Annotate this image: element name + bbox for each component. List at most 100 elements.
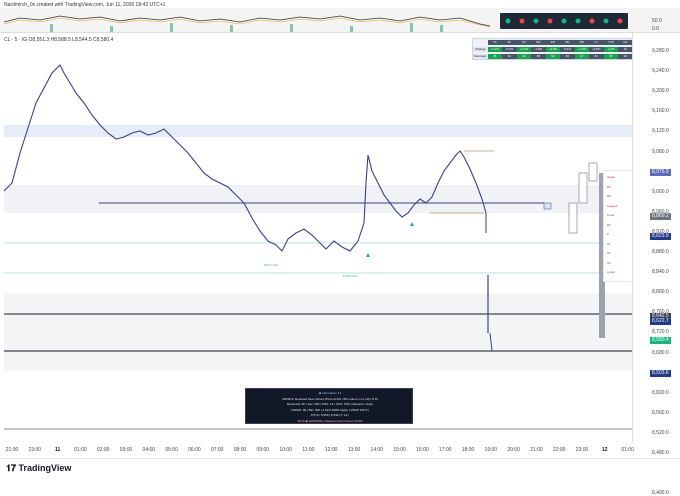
- price-tick: 9,000.0: [652, 188, 669, 195]
- brand-text: TradingView: [18, 463, 72, 473]
- time-tick: 20:00: [507, 447, 520, 453]
- indicator-line-b: [3, 17, 491, 28]
- price-tick: 8,800.0: [652, 289, 669, 296]
- table-cell: -5.1%: [560, 47, 575, 52]
- level-label: Lower: [607, 270, 616, 274]
- table-cell: 61: [589, 54, 604, 59]
- price-tick: 8,400.0: [652, 490, 669, 496]
- table-cell: +8.9%: [589, 47, 604, 52]
- table-cell: -2.2%: [603, 47, 618, 52]
- table-cell: 29: [560, 54, 575, 59]
- time-tick: 12:00: [324, 447, 338, 453]
- time-tick: 13:00: [347, 447, 361, 453]
- table-cell: 1M: [545, 40, 560, 45]
- value-area-band: [4, 185, 632, 213]
- price-tag: 8,823.9: [650, 233, 671, 240]
- level-label: Level: [607, 213, 615, 217]
- lower-zone: [4, 293, 632, 371]
- price-tick: 9,080.0: [652, 148, 669, 155]
- chart-screenshot: Nardmirch_0x created with TradingView.co…: [0, 0, 680, 496]
- level-label: S1: [607, 241, 611, 246]
- projection-box-a: [568, 202, 578, 234]
- time-tick: 02:00: [96, 447, 110, 453]
- symbol-ohlc: CL · 5 · IG O8,551.3 H8,588.5 L8,544.5 C…: [4, 37, 114, 43]
- price-tag: 8,580.4: [650, 337, 671, 344]
- indicator-line: [3, 15, 491, 27]
- indicator-bottom-value: 0.0: [652, 26, 659, 32]
- time-tick: 07:00: [210, 447, 224, 453]
- projection-box-b: [578, 172, 588, 204]
- info-line: ◆ Information 14: [318, 391, 342, 395]
- table-cell: 38: [531, 54, 546, 59]
- price-chart[interactable]: [3, 33, 632, 443]
- marker-label-a: 8,814 (19): [264, 263, 278, 267]
- time-tick: 17:00: [438, 447, 452, 453]
- time-tick: 11:00: [302, 447, 315, 453]
- price-tick: 9,200.0: [652, 88, 669, 95]
- buy-marker-a: [366, 253, 370, 257]
- time-tick: 10:00: [279, 447, 292, 453]
- time-tick: 09:00: [256, 447, 270, 453]
- time-tick: 16:00: [416, 447, 429, 453]
- level-label: S3: [607, 260, 611, 265]
- table-cell: 19: [618, 47, 633, 52]
- price-chart-svg: [3, 64, 632, 430]
- info-box: ◆ Information 14 AIRSPS: Retained New Clo…: [245, 388, 413, 424]
- time-tick: 18:00: [461, 447, 475, 453]
- table-cell: YTD: [603, 40, 618, 45]
- info-line: AIRSPS: Retained New Closes (Price at 8%…: [282, 396, 378, 401]
- resistance-band: [4, 125, 632, 137]
- time-tick: 21:00: [530, 447, 543, 453]
- level-label: P: [607, 232, 610, 236]
- table-cell: Summary: [473, 54, 488, 59]
- level-label: Upper: [607, 175, 616, 179]
- time-tick: 22:00: [552, 447, 566, 453]
- time-tick: 03:00: [119, 447, 133, 453]
- table-cell: 44: [516, 54, 531, 59]
- table-cell: 1Y: [589, 40, 604, 45]
- price-tick: 8,840.0: [652, 269, 669, 276]
- projection-box-c: [588, 162, 598, 182]
- price-tick: 8,480.0: [652, 450, 669, 456]
- tv-icon: 𝟏𝟕: [6, 463, 19, 473]
- table-cell: 1D: [516, 40, 531, 45]
- table-cell: +3.3%: [545, 47, 560, 52]
- price-tag: 8,869.2: [650, 213, 671, 220]
- level-label: S2: [607, 251, 611, 255]
- price-tag: 8,622.7: [650, 318, 671, 325]
- buy-marker-b: [410, 222, 414, 226]
- table-cell: Change: [473, 47, 488, 52]
- price-tick: 8,720.0: [652, 329, 669, 336]
- table-cell: -0.4%: [502, 47, 517, 52]
- tradingview-logo[interactable]: 𝟏𝟕 TradingView: [6, 463, 71, 474]
- marker-label-b: 8,799 (22): [343, 274, 357, 278]
- table-cell: 52: [545, 54, 560, 59]
- stats-table: 1h 4h 1D 1W 1M 3M 6M 1Y YTD Vol Change +1.2% -0.4% +2…: [472, 38, 633, 60]
- table-cell: 31: [502, 54, 517, 59]
- table-cell: 35: [603, 54, 618, 59]
- table-cell: 4h: [502, 40, 517, 45]
- time-tick: 21:00: [5, 447, 19, 453]
- time-tick: 05:00: [165, 447, 178, 453]
- table-cell: +2.1%: [516, 47, 531, 52]
- time-tick: 14:00: [370, 447, 384, 453]
- table-cell: Vol: [618, 40, 633, 45]
- price-tick: 8,560.0: [652, 409, 669, 416]
- time-tick: 15:00: [393, 447, 406, 453]
- time-tick: 01:00: [621, 447, 634, 453]
- time-tick: 19:00: [484, 447, 498, 453]
- table-cell: 22: [618, 54, 633, 59]
- indicator-bars: [50, 23, 443, 32]
- table-cell: +1.2%: [487, 47, 502, 52]
- time-tick: 11: [54, 447, 61, 453]
- info-line: KIRSIG: 86 | Bar: 600 | 1.41% 108% Highs…: [291, 407, 369, 412]
- price-tag: 8,975.9: [650, 169, 671, 176]
- table-cell: 47: [574, 54, 589, 59]
- time-tick: 01:00: [74, 447, 87, 453]
- time-tick: 08:00: [233, 447, 247, 453]
- table-cell: 26: [487, 54, 502, 59]
- level-label: Legend: [607, 203, 618, 208]
- indicator-pane[interactable]: 50.0 0.0: [0, 8, 680, 33]
- price-tick: 8,880.0: [652, 249, 669, 255]
- time-tick: 04:00: [142, 447, 156, 453]
